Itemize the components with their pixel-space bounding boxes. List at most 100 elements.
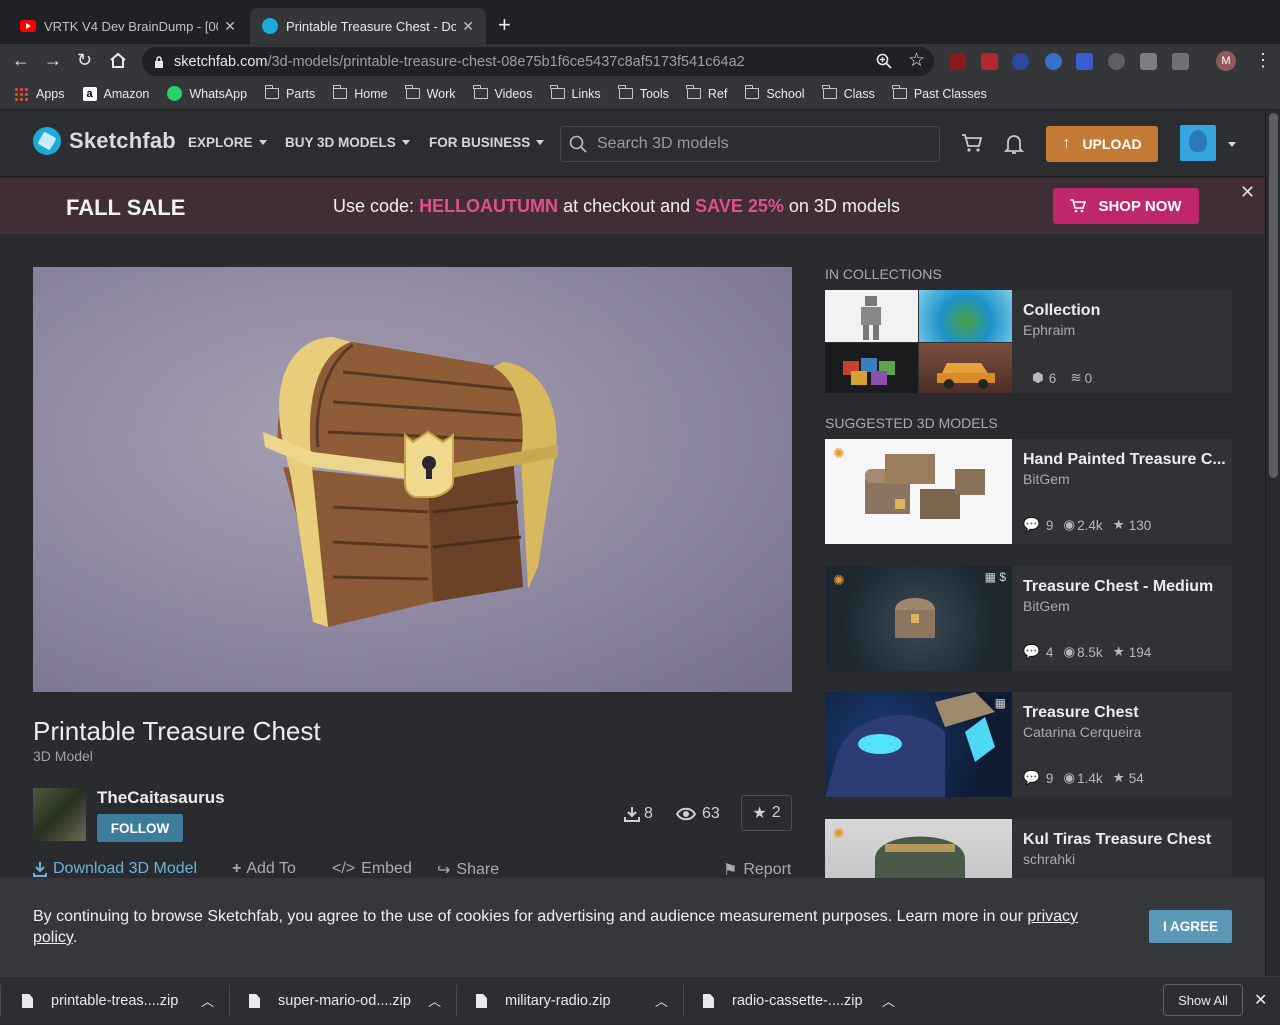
- embed-link[interactable]: </> Embed: [332, 860, 412, 878]
- download-item[interactable]: super-mario-od....zip: [249, 977, 411, 1025]
- browser-menu-icon[interactable]: ⋮: [1254, 50, 1272, 71]
- add-to-link[interactable]: + Add To: [232, 860, 296, 878]
- download-item[interactable]: radio-cassette-....zip: [703, 977, 863, 1025]
- chevron-up-icon[interactable]: ︿: [201, 991, 214, 1010]
- extension-icon[interactable]: [1172, 53, 1189, 70]
- collection-card[interactable]: Collection Ephraim ⬢ 6 ≋ 0: [825, 290, 1232, 393]
- search-box[interactable]: [560, 126, 940, 162]
- nav-buy-3d-models[interactable]: BUY 3D MODELS: [285, 135, 410, 150]
- robot-thumbnail: [825, 290, 918, 342]
- chevron-up-icon[interactable]: ︿: [655, 991, 668, 1010]
- download-item[interactable]: military-radio.zip: [476, 977, 611, 1025]
- cart-icon[interactable]: [961, 133, 983, 153]
- comment-icon: 💬: [1023, 770, 1040, 785]
- bookmark-folder[interactable]: Past Classes: [892, 85, 987, 101]
- bookmark-apps[interactable]: Apps: [14, 86, 65, 101]
- download-icon: [624, 807, 640, 822]
- notification-bell-icon[interactable]: [1004, 133, 1024, 155]
- bookmark-folder[interactable]: Home: [332, 85, 388, 101]
- divider: [683, 985, 684, 1017]
- tab-youtube[interactable]: VRTK V4 Dev BrainDump - [00 ✕: [8, 8, 248, 44]
- address-bar[interactable]: sketchfab.com/3d-models/printable-treasu…: [142, 47, 934, 76]
- extension-icon[interactable]: [1045, 53, 1062, 70]
- download-item[interactable]: printable-treas....zip: [22, 977, 178, 1025]
- collection-stats: ⬢ 6 ≋ 0: [1032, 370, 1093, 386]
- eye-icon: [676, 807, 696, 821]
- extension-icon[interactable]: [981, 53, 998, 70]
- author-name[interactable]: TheCaitasaurus: [97, 788, 225, 808]
- report-link[interactable]: ⚑ Report: [723, 860, 791, 880]
- author-avatar[interactable]: [33, 788, 86, 841]
- close-tab-icon[interactable]: ✕: [462, 18, 474, 35]
- show-all-downloads-button[interactable]: Show All: [1163, 984, 1243, 1016]
- search-input[interactable]: [595, 134, 925, 154]
- collection-title: Collection: [1023, 302, 1101, 319]
- close-tab-icon[interactable]: ✕: [224, 18, 236, 35]
- like-button[interactable]: ★ 2: [741, 795, 792, 831]
- extension-icon[interactable]: [1076, 53, 1093, 70]
- model-viewer[interactable]: [33, 267, 792, 692]
- model-title: Printable Treasure Chest: [33, 716, 321, 746]
- extension-icon[interactable]: [1012, 53, 1029, 70]
- youtube-icon: [20, 20, 36, 32]
- tab-title: VRTK V4 Dev BrainDump - [00: [44, 18, 219, 34]
- extension-icon[interactable]: [1108, 53, 1125, 70]
- shop-now-button[interactable]: SHOP NOW: [1053, 188, 1199, 224]
- bookmark-folder[interactable]: School: [744, 85, 805, 101]
- follow-button[interactable]: FOLLOW: [97, 814, 183, 842]
- tab-sketchfab[interactable]: Printable Treasure Chest - Dow ✕: [250, 8, 486, 44]
- suggested-model-card[interactable]: ✺ Hand Painted Treasure C... BitGem 💬 9 ◉…: [825, 439, 1232, 544]
- browser-toolbar: ← → ↻ sketchfab.com/3d-models/printable-…: [0, 44, 1280, 78]
- divider: [0, 985, 1, 1017]
- home-icon[interactable]: [109, 52, 127, 69]
- folder-icon: [686, 85, 701, 99]
- bookmark-folder[interactable]: Class: [822, 85, 875, 101]
- model-card-title: Kul Tiras Treasure Chest: [1023, 831, 1212, 848]
- user-avatar[interactable]: [1180, 125, 1216, 161]
- page-scrollbar[interactable]: [1265, 111, 1280, 976]
- suggested-model-card[interactable]: ✺ ▦ $ Treasure Chest - Medium BitGem 💬 4 …: [825, 566, 1232, 671]
- nav-explore[interactable]: EXPLORE: [188, 135, 267, 150]
- suggested-model-card[interactable]: ▦ Treasure Chest Catarina Cerqueira 💬 9 ◉…: [825, 692, 1232, 797]
- bookmarks-bar: Apps a Amazon WhatsApp Parts Home Work Vi…: [0, 78, 1280, 110]
- camera-extension-icon[interactable]: [1140, 53, 1157, 70]
- code-icon: </>: [332, 860, 356, 877]
- bookmark-folder[interactable]: Ref: [686, 85, 727, 101]
- back-arrow-icon[interactable]: ←: [12, 50, 30, 71]
- bookmark-folder[interactable]: Videos: [473, 85, 533, 101]
- bookmark-star-icon[interactable]: ☆: [908, 49, 925, 72]
- sketchfab-logo-icon: [33, 127, 61, 155]
- model-thumbnail: ✺ ▦: [825, 819, 1012, 878]
- user-menu-caret-icon[interactable]: [1228, 142, 1236, 147]
- scrollbar-thumb[interactable]: [1269, 113, 1278, 478]
- profile-avatar[interactable]: M: [1216, 51, 1236, 71]
- bookmark-folder[interactable]: Tools: [618, 85, 669, 101]
- bookmark-amazon[interactable]: a Amazon: [82, 86, 149, 101]
- ublock-extension-icon[interactable]: [949, 53, 966, 70]
- animated-icon: ▦: [994, 696, 1006, 710]
- suggested-model-card[interactable]: ✺ ▦ Kul Tiras Treasure Chest schrahki: [825, 819, 1232, 878]
- bookmark-whatsapp[interactable]: WhatsApp: [167, 86, 247, 101]
- folder-icon: [892, 85, 907, 99]
- comment-icon: 💬: [1023, 644, 1040, 659]
- download-model-link[interactable]: Download 3D Model: [33, 860, 197, 878]
- forward-arrow-icon[interactable]: →: [44, 50, 62, 71]
- chevron-up-icon[interactable]: ︿: [882, 991, 895, 1010]
- share-link[interactable]: ↪ Share: [437, 860, 499, 880]
- agree-button[interactable]: I AGREE: [1149, 910, 1232, 943]
- zoom-icon[interactable]: [876, 53, 892, 69]
- upload-button[interactable]: ↑ UPLOAD: [1046, 126, 1158, 162]
- bookmark-folder[interactable]: Parts: [264, 85, 315, 101]
- bookmark-folder[interactable]: Links: [550, 85, 601, 101]
- model-card-author: Catarina Cerqueira: [1023, 724, 1142, 740]
- sketchfab-logo[interactable]: Sketchfab: [33, 127, 176, 155]
- chevron-up-icon[interactable]: ︿: [428, 991, 441, 1010]
- new-tab-icon[interactable]: +: [498, 12, 511, 38]
- reload-icon[interactable]: ↻: [77, 50, 92, 71]
- close-banner-icon[interactable]: ✕: [1240, 182, 1255, 203]
- close-shelf-icon[interactable]: ✕: [1254, 990, 1267, 1010]
- bookmark-folder[interactable]: Work: [405, 85, 456, 101]
- url-host: sketchfab.com: [174, 53, 268, 70]
- nav-for-business[interactable]: FOR BUSINESS: [429, 135, 545, 150]
- staff-pick-icon: ✺: [833, 445, 845, 461]
